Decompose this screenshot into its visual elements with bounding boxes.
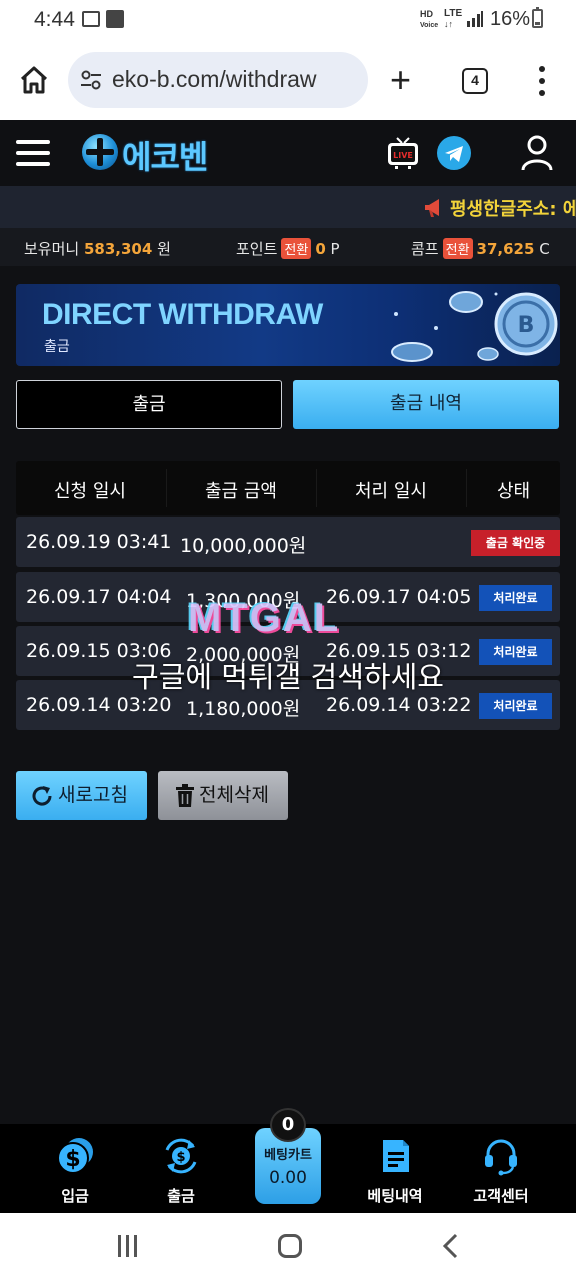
address-bar[interactable]: eko-b.com/withdraw	[68, 52, 368, 108]
marquee-text: 평생한글주소: 에	[450, 199, 576, 220]
receipt-icon	[383, 1140, 409, 1172]
withdraw-cycle-icon: $	[165, 1138, 197, 1174]
system-home-icon[interactable]	[278, 1234, 302, 1258]
nav-bet-history[interactable]: 베팅내역	[340, 1124, 450, 1213]
status-badge: 처리완료	[479, 585, 552, 611]
site-header: 에코벤 LIVE	[0, 120, 576, 186]
svg-text:$: $	[176, 1150, 185, 1165]
money-value: 583,304	[83, 240, 153, 258]
money-unit: 원	[157, 240, 171, 258]
svg-text:$: $	[65, 1147, 80, 1172]
watermark-logo: MTGAL	[188, 596, 341, 640]
svg-text:B: B	[518, 313, 535, 338]
tab-switcher-button[interactable]: 4	[462, 68, 488, 94]
app-notification-icon	[106, 10, 124, 28]
url-text[interactable]: eko-b.com/withdraw	[112, 66, 317, 93]
deposit-coin-icon: $	[57, 1138, 93, 1174]
nav-withdraw[interactable]: $ 출금	[126, 1124, 236, 1213]
comp-unit: C	[539, 240, 550, 258]
comp-label: 콤프	[411, 240, 439, 258]
table-row: 26.09.19 03:41 10,000,000원 출금 확인중	[16, 517, 560, 567]
nav-withdraw-label: 출금	[167, 1187, 195, 1205]
battery-percent: 16%	[490, 8, 531, 30]
nav-support-label: 고객센터	[473, 1187, 529, 1205]
menu-icon[interactable]	[16, 140, 50, 166]
recent-apps-icon[interactable]	[118, 1235, 140, 1257]
voice-label: Voice	[420, 22, 439, 29]
point-swap-button[interactable]: 전환	[281, 238, 312, 259]
delete-all-button[interactable]: 전체삭제	[158, 771, 288, 820]
new-tab-icon[interactable]: +	[390, 62, 411, 98]
refresh-label: 새로고침	[58, 784, 128, 806]
requested-cell: 26.09.19 03:41	[26, 531, 172, 553]
withdraw-banner: DIRECT WITHDRAW 출금 B	[16, 284, 560, 366]
amount-cell: 10,000,000원	[180, 535, 307, 557]
point-value: 0	[315, 240, 326, 258]
delete-all-label: 전체삭제	[199, 784, 269, 806]
requested-cell: 26.09.17 04:04	[26, 586, 172, 608]
money-label: 보유머니	[24, 240, 80, 258]
refresh-button[interactable]: 새로고침	[16, 771, 147, 820]
comp-swap-button[interactable]: 전환	[442, 238, 473, 259]
back-icon[interactable]	[440, 1233, 462, 1259]
telegram-icon[interactable]	[437, 136, 471, 170]
bet-cart-label: 베팅카트	[264, 1148, 312, 1163]
comp-value: 37,625	[476, 240, 535, 258]
status-time: 4:44	[34, 8, 75, 31]
column-header-requested: 신청 일시	[54, 481, 126, 502]
processed-cell: 26.09.14 03:22	[326, 694, 472, 716]
column-header-amount: 출금 금액	[205, 481, 277, 502]
signal-icon	[467, 11, 483, 27]
bet-cart-count-badge: 0	[270, 1108, 306, 1142]
balance-bar: 보유머니 583,304 원 포인트 전환 0 P 콤프 전환 37,625 C	[0, 228, 576, 266]
money-balance: 보유머니 583,304 원	[24, 238, 171, 259]
lte-label: LTE	[444, 8, 463, 19]
battery-icon	[532, 7, 543, 28]
more-menu-icon[interactable]	[532, 66, 552, 96]
nav-support[interactable]: 고객센터	[446, 1124, 556, 1213]
logo-emblem-icon	[82, 134, 118, 170]
refresh-icon	[32, 786, 52, 806]
nav-deposit[interactable]: $ 입금	[20, 1124, 130, 1213]
gallery-notification-icon	[82, 11, 100, 27]
megaphone-icon	[425, 199, 439, 217]
live-tv-icon[interactable]: LIVE	[386, 136, 420, 170]
banner-title: DIRECT WITHDRAW	[42, 298, 323, 331]
coins-illustration-icon: B	[391, 291, 558, 362]
notice-marquee: 평생한글주소: 에	[0, 186, 576, 228]
point-unit: P	[330, 240, 340, 258]
browser-toolbar: eko-b.com/withdraw + 4	[0, 40, 576, 120]
browser-home-icon[interactable]	[18, 64, 50, 96]
history-table-header: 신청 일시 출금 금액 처리 일시 상태	[16, 461, 560, 515]
trash-icon	[176, 784, 194, 807]
system-navigation-bar	[0, 1213, 576, 1280]
tab-withdraw[interactable]: 출금	[16, 380, 282, 429]
watermark-caption: 구글에 먹튀갤 검색하세요	[132, 660, 444, 694]
live-badge: LIVE	[393, 151, 413, 160]
lte-icon: LTE ↓↑	[444, 8, 463, 30]
status-badge: 출금 확인중	[471, 530, 560, 556]
nav-bet-history-label: 베팅내역	[367, 1187, 423, 1205]
requested-cell: 26.09.14 03:20	[26, 694, 172, 716]
point-label: 포인트	[236, 240, 278, 258]
site-settings-icon[interactable]	[80, 70, 102, 90]
banner-subtitle: 출금	[44, 339, 70, 355]
tab-withdraw-history[interactable]: 출금 내역	[293, 380, 559, 429]
hd-voice-icon: HD Voice	[420, 9, 438, 31]
point-balance: 포인트 전환 0 P	[236, 238, 340, 259]
logo-text: 에코벤	[122, 138, 208, 176]
column-header-processed: 처리 일시	[355, 481, 427, 502]
status-bar: 4:44 HD Voice LTE ↓↑ 16%	[0, 0, 576, 40]
comp-balance: 콤프 전환 37,625 C	[411, 238, 550, 259]
headset-icon	[485, 1139, 517, 1176]
amount-cell: 1,180,000원	[186, 698, 301, 720]
user-profile-icon[interactable]	[520, 134, 554, 172]
column-header-status: 상태	[497, 481, 531, 502]
hd-label: HD	[420, 9, 433, 19]
status-badge: 처리완료	[479, 693, 552, 719]
nav-deposit-label: 입금	[61, 1187, 89, 1205]
bet-cart-amount: 0.00	[269, 1168, 307, 1188]
